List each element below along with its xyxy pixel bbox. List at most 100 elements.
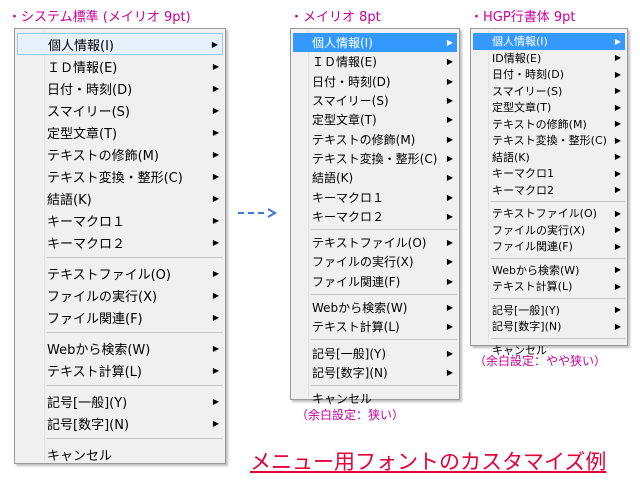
menu-item[interactable]: ＩＤ情報(E) ▶ [17,55,223,77]
menu-item[interactable]: キーマクロ２ ▶ [17,231,223,253]
menu-separator [47,385,223,386]
submenu-arrow-icon: ▶ [614,321,622,331]
menu-item[interactable]: 定型文章(T) ▶ [473,99,625,116]
menu-item[interactable]: キーマクロ2 ▶ [473,182,625,199]
menu-item[interactable]: ファイルの実行(X) ▶ [293,252,457,271]
submenu-arrow-icon: ▶ [212,343,220,353]
menu-item[interactable]: テキスト変換・整形(C) ▶ [293,149,457,168]
submenu-arrow-icon: ▶ [212,237,220,247]
menu-item[interactable]: キーマクロ２ ▶ [293,207,457,226]
menu-item[interactable]: ファイルの実行(X) ▶ [17,284,223,306]
menu-item[interactable]: テキスト計算(L) ▶ [293,317,457,336]
menu-item[interactable]: テキスト変換・整形(C) ▶ [17,165,223,187]
menu-item-label: テキスト変換・整形(C) [312,151,438,166]
menu-item-label: ファイル関連(F) [312,274,401,289]
menu-item-label: テキスト変換・整形(C) [47,170,183,186]
menu-item[interactable]: Webから検索(W) ▶ [473,262,625,279]
menu-item[interactable]: 日付・時刻(D) ▶ [17,77,223,99]
menu-item[interactable]: 記号[一般](Y) ▶ [17,390,223,412]
menu-item[interactable]: 記号[一般](Y) ▶ [473,302,625,319]
menu-item-label: ＩＤ情報(E) [312,55,377,70]
menu-item[interactable]: キーマクロ１ ▶ [17,209,223,231]
menu-item[interactable]: キーマクロ１ ▶ [293,187,457,206]
submenu-arrow-icon: ▶ [446,57,454,67]
submenu-arrow-icon: ▶ [212,149,220,159]
submenu-arrow-icon: ▶ [446,367,454,377]
menu-item[interactable]: 個人情報(I) ▶ [293,33,457,53]
menu-item[interactable]: 定型文章(T) ▶ [293,110,457,129]
submenu-arrow-icon: ▶ [614,69,622,79]
menu-item[interactable]: 結語(K) ▶ [293,168,457,187]
menu-item-label: Webから検索(W) [47,342,151,358]
menu-item[interactable]: Webから検索(W) ▶ [17,337,223,359]
menu-item[interactable]: 個人情報(I) ▶ [473,33,625,50]
menu-item[interactable]: 定型文章(T) ▶ [17,121,223,143]
menu-item[interactable]: キャンセル [17,443,223,465]
menu-item-label: 結語(K) [492,150,530,164]
menu-item[interactable]: テキストファイル(O) ▶ [473,205,625,222]
menu-item-label: スマイリー(S) [492,84,563,98]
menu-item[interactable]: テキストの修飾(M) ▶ [17,143,223,165]
context-menu-system-default: 個人情報(I) ▶ ＩＤ情報(E) ▶ 日付・時刻(D) ▶ スマイリー(S) ▶ 定型文章(T… [14,28,226,464]
menu-item-label: テキスト計算(L) [492,280,573,294]
menu-item[interactable]: ID情報(E) ▶ [473,50,625,67]
menu-separator [491,337,625,339]
menu-item[interactable]: テキストの修飾(M) ▶ [293,129,457,148]
margin-note-somewhat-narrow: （余白設定：やや狭い） [474,354,607,368]
menu-item-label: テキストファイル(O) [492,207,597,221]
submenu-arrow-icon: ▶ [614,225,622,235]
menu-item[interactable]: スマイリー(S) ▶ [17,99,223,121]
submenu-arrow-icon: ▶ [446,173,454,183]
menu-item-label: ＩＤ情報(E) [47,60,118,76]
menu-item[interactable]: テキスト変換・整形(C) ▶ [473,132,625,149]
menu-item[interactable]: 個人情報(I) ▶ [17,33,223,55]
submenu-arrow-icon: ▶ [614,53,622,63]
menu-separator [47,332,223,333]
menu-item-label: 記号[数字](N) [492,320,562,334]
menu-item[interactable]: 記号[数字](N) ▶ [473,318,625,335]
menu-item-label: スマイリー(S) [312,94,389,109]
menu-item[interactable]: 日付・時刻(D) ▶ [293,72,457,91]
menu-item[interactable]: ファイルの実行(X) ▶ [473,222,625,239]
page-title: メニュー用フォントのカスタマイズ例 [250,450,607,474]
menu-item[interactable]: 日付・時刻(D) ▶ [473,66,625,83]
submenu-arrow-icon: ▶ [446,115,454,125]
menu-item[interactable]: 結語(K) ▶ [17,187,223,209]
menu-item[interactable]: キーマクロ1 ▶ [473,165,625,182]
submenu-arrow-icon: ▶ [212,61,220,71]
menu-item-label: Webから検索(W) [492,263,580,277]
submenu-arrow-icon: ▶ [446,192,454,202]
menu-item[interactable]: 結語(K) ▶ [473,149,625,166]
menu-item-label: ID情報(E) [492,51,542,65]
caption-hgp-gyosho-9pt: ・HGP行書体 9pt [470,10,576,25]
menu-item-label: キャンセル [312,392,373,407]
menu-item[interactable]: ＩＤ情報(E) ▶ [293,52,457,71]
menu-item[interactable]: 記号[一般](Y) ▶ [293,343,457,362]
submenu-arrow-icon: ▶ [446,38,454,48]
menu-item[interactable]: 記号[数字](N) ▶ [17,412,223,434]
submenu-arrow-icon: ▶ [212,105,220,115]
submenu-arrow-icon: ▶ [614,185,622,195]
menu-item[interactable]: テキスト計算(L) ▶ [17,359,223,381]
submenu-arrow-icon: ▶ [212,193,220,203]
menu-item[interactable]: テキストファイル(O) ▶ [17,262,223,284]
submenu-arrow-icon: ▶ [446,303,454,312]
menu-item-label: 定型文章(T) [492,101,552,115]
menu-item[interactable]: スマイリー(S) ▶ [293,91,457,110]
menu-item[interactable]: 記号[数字](N) ▶ [293,363,457,382]
menu-item[interactable]: テキストファイル(O) ▶ [293,233,457,252]
menu-item[interactable]: スマイリー(S) ▶ [473,83,625,100]
menu-item[interactable]: テキストの修飾(M) ▶ [473,116,625,133]
caption-meiryo-8pt: ・メイリオ 8pt [290,10,381,25]
submenu-arrow-icon: ▶ [446,76,454,86]
submenu-arrow-icon: ▶ [446,276,454,286]
menu-item[interactable]: ファイル関連(F) ▶ [473,238,625,255]
menu-item-label: テキストの修飾(M) [47,148,159,164]
menu-item[interactable]: Webから検索(W) ▶ [293,298,457,317]
menu-separator [311,293,457,295]
menu-item[interactable]: ファイル関連(F) ▶ [17,306,223,328]
menu-item[interactable]: ファイル関連(F) ▶ [293,272,457,291]
menu-item[interactable]: テキスト計算(L) ▶ [473,278,625,295]
menu-item-label: 記号[一般](Y) [492,303,560,317]
menu-item-label: キーマクロ２ [47,236,126,252]
